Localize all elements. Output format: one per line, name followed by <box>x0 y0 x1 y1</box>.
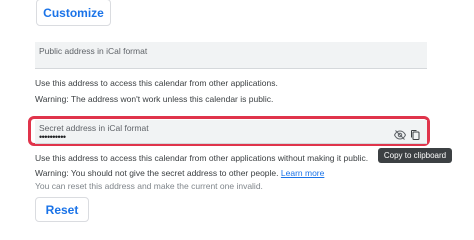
customize-button[interactable]: Customize <box>36 0 111 26</box>
secret-address-warning-line: Warning: You should not give the secret … <box>35 168 324 178</box>
public-address-description: Use this address to access this calendar… <box>35 78 278 88</box>
public-ical-address-field[interactable]: Public address in iCal format <box>35 42 427 69</box>
copy-icon <box>411 130 420 140</box>
copy-tooltip: Copy to clipboard <box>378 148 452 163</box>
reset-note: You can reset this address and make the … <box>35 181 263 191</box>
secret-address-warning: Warning: You should not give the secret … <box>35 168 279 178</box>
public-ical-address-label: Public address in iCal format <box>39 46 148 56</box>
eye-off-icon <box>394 130 406 140</box>
secret-ical-address-value: •••••••••• <box>39 132 66 142</box>
secret-address-description: Use this address to access this calendar… <box>35 153 369 163</box>
public-address-warning: Warning: The address won't work unless t… <box>35 94 274 104</box>
learn-more-link[interactable]: Learn more <box>281 168 324 178</box>
secret-ical-address-field[interactable]: Secret address in iCal format •••••••••• <box>35 120 427 144</box>
toggle-visibility-button[interactable] <box>393 128 407 142</box>
copy-to-clipboard-button[interactable] <box>408 128 422 142</box>
reset-button[interactable]: Reset <box>35 197 89 222</box>
